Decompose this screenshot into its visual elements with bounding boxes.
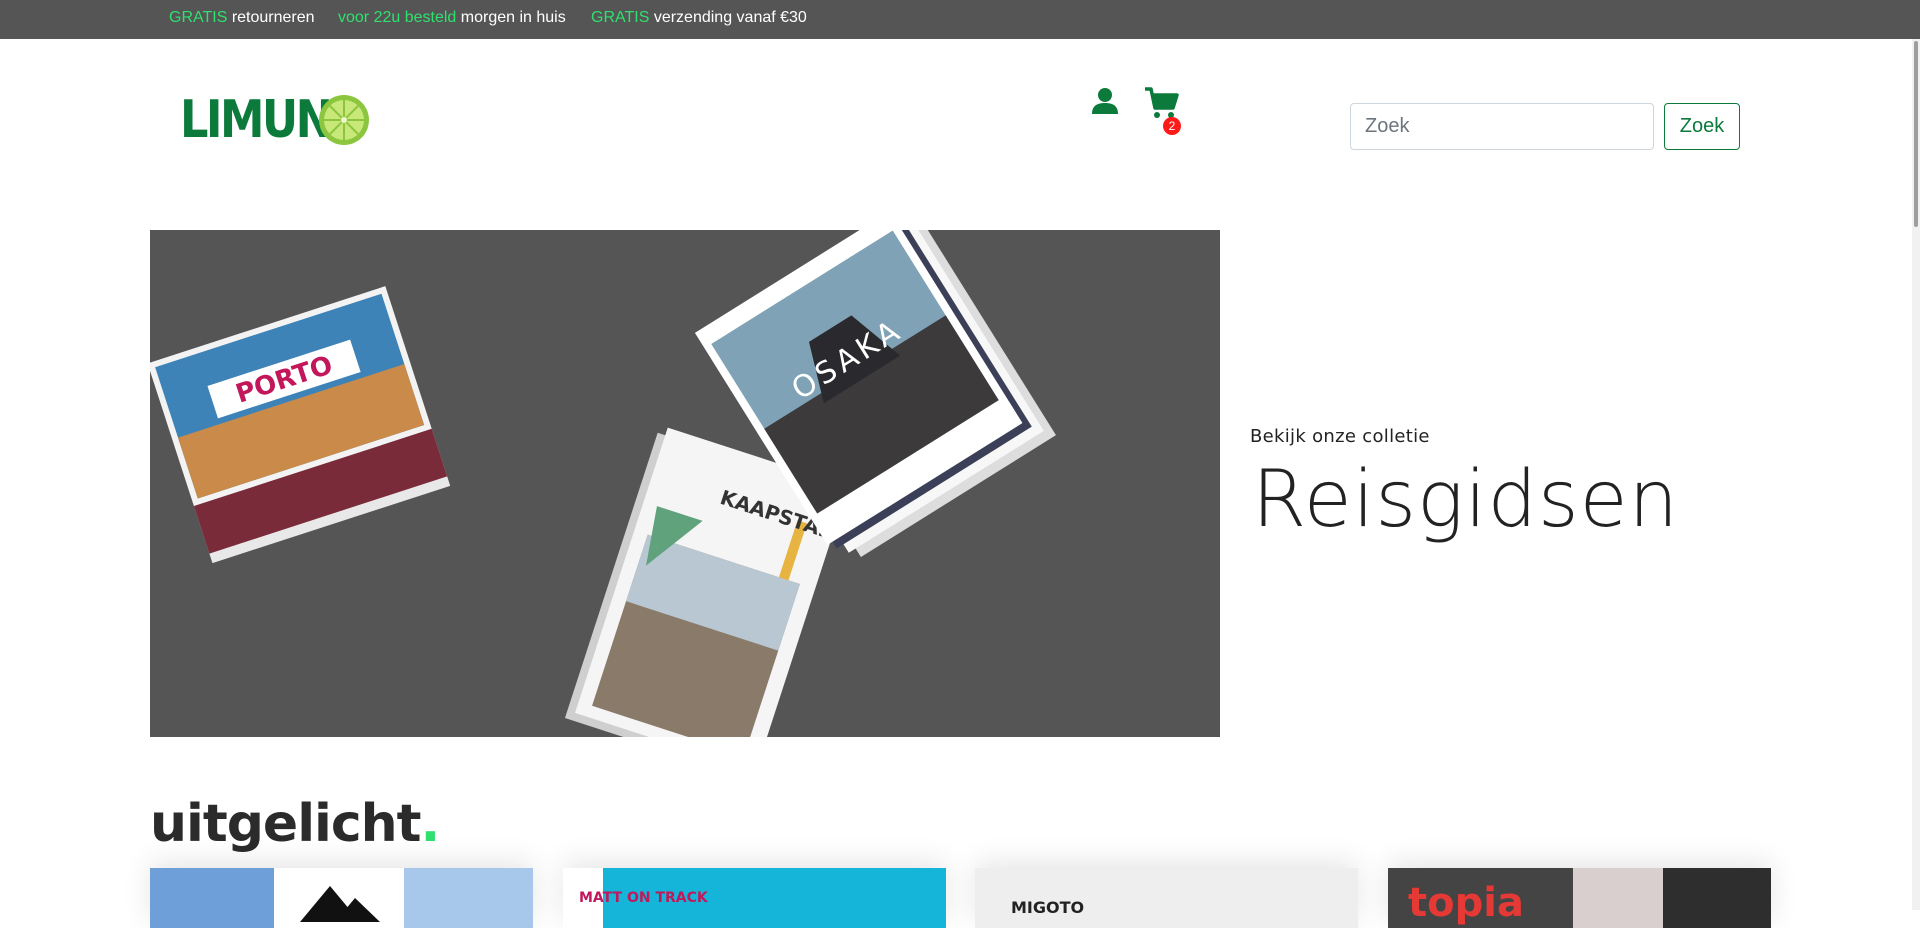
promo-free-returns: GRATIS retourneren — [169, 9, 315, 27]
lime-slice-icon — [319, 95, 369, 145]
featured-card[interactable]: MATT ON TRACK — [563, 868, 946, 928]
account-button[interactable] — [1090, 86, 1120, 116]
promo-free-shipping: GRATIS verzending vanaf €30 — [591, 9, 807, 27]
promo-bar: GRATIS retourneren voor 22u besteld morg… — [0, 0, 1920, 39]
promo-text: verzending vanaf €30 — [649, 9, 807, 26]
page-scrollbar-thumb[interactable] — [1914, 41, 1918, 227]
promo-text: morgen in huis — [456, 9, 566, 26]
featured-card[interactable] — [150, 868, 533, 928]
featured-card-label: topia — [1408, 880, 1524, 926]
featured-card[interactable]: MIGOTO — [975, 868, 1358, 928]
hero-image: PORTO KAAPSTAD OSAKA — [147, 163, 1565, 803]
promo-highlight: GRATIS — [169, 9, 228, 26]
cart-count-badge: 2 — [1163, 117, 1181, 135]
promo-highlight: GRATIS — [591, 9, 650, 26]
hero-banner[interactable]: PORTO KAAPSTAD OSAKA — [147, 163, 1565, 803]
hero-subtitle: Bekijk onze colletie — [1250, 426, 1430, 447]
user-icon — [1092, 88, 1118, 114]
featured-heading-text: uitgelicht — [150, 794, 422, 854]
promo-text: retourneren — [227, 9, 315, 26]
featured-card[interactable]: topia — [1388, 868, 1771, 928]
search-button[interactable]: Zoek — [1664, 103, 1740, 150]
featured-card-label: MATT ON TRACK — [579, 890, 708, 906]
mountain-icon — [300, 886, 380, 922]
site-logo[interactable]: LIMUND — [180, 92, 370, 148]
promo-next-day: voor 22u besteld morgen in huis — [338, 9, 566, 27]
featured-heading: uitgelicht. — [150, 794, 441, 854]
promo-highlight: voor 22u besteld — [338, 9, 457, 26]
featured-heading-dot: . — [420, 794, 441, 854]
featured-card-label: MIGOTO — [1011, 898, 1085, 917]
hero-title: Reisgidsen — [1252, 455, 1680, 545]
search-input[interactable] — [1350, 103, 1654, 150]
